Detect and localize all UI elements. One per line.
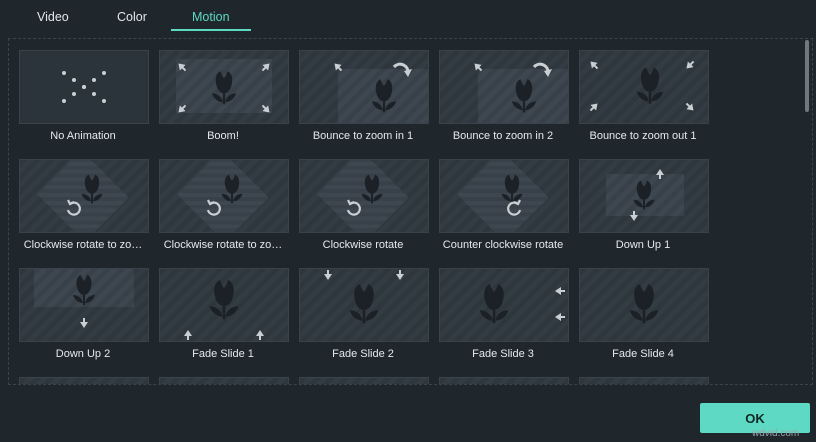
motion-label: Fade Slide 1 [192,348,254,360]
motion-thumbnail[interactable] [579,50,709,124]
watermark: wdvid.com [752,428,800,439]
motion-item[interactable]: Clockwise rotate [299,159,429,251]
motion-item[interactable]: Clockwise rotate to zo… [159,159,289,251]
arrows-right-icon [629,284,659,324]
motion-thumbnail[interactable] [19,268,149,342]
motion-thumbnail[interactable] [159,159,289,233]
motion-thumbnail[interactable] [299,377,429,384]
motion-label: Clockwise rotate [322,239,404,251]
motion-label: Fade Slide 2 [332,348,394,360]
tulip-bounce-zoom-icon [474,62,552,113]
arrows-down-icon [324,270,404,324]
motion-thumbnail[interactable] [19,377,149,384]
motion-item[interactable]: Bounce to zoom in 2 [439,50,569,142]
tulip-bounce-zoom-icon [334,62,412,113]
motion-label: Counter clockwise rotate [442,239,564,251]
tab-color[interactable]: Color [117,10,147,24]
tab-bar: Video Color Motion [0,0,816,34]
motion-thumbnail[interactable] [159,50,289,124]
motion-label: Boom! [207,130,239,142]
motion-label: Bounce to zoom in 1 [312,130,414,142]
motion-thumbnail[interactable] [579,377,709,384]
motion-item[interactable]: Boom! [159,50,289,142]
arrows-left-icon [479,284,565,324]
rotate-ccw-icon [501,174,523,216]
motion-item[interactable]: Clockwise rotate to zo… [19,159,149,251]
motion-item[interactable]: Fade Slide 1 [159,268,289,360]
arrows-up-icon [184,280,264,340]
tulip-zoom-out-icon [589,60,695,112]
motion-item[interactable]: Fade Slide 3 [439,268,569,360]
motion-label: No Animation [50,130,116,142]
tulip-expand-icon [178,63,270,113]
motion-label: Bounce to zoom out 1 [589,130,697,142]
tab-motion[interactable]: Motion [192,10,230,24]
motion-label: Down Up 1 [615,239,671,251]
motion-item[interactable]: Bounce to zoom in 1 [299,50,429,142]
motion-label: Clockwise rotate to zo… [23,239,143,251]
motion-item[interactable]: Bounce to zoom out 1 [579,50,709,142]
rotate-cw-icon [206,174,243,216]
rotate-cw-icon [346,174,383,216]
motion-label: Clockwise rotate to zo… [163,239,283,251]
motion-thumbnail[interactable] [19,50,149,124]
motion-thumbnail[interactable] [439,268,569,342]
motion-grid-panel: No Animation Boom! Bounce to zoom in 1 B… [8,38,813,385]
motion-thumbnail[interactable] [579,268,709,342]
motion-thumbnail[interactable] [299,50,429,124]
motion-item[interactable]: Fade Slide 4 [579,268,709,360]
motion-thumbnail[interactable] [299,159,429,233]
motion-item[interactable]: Fade Slide 2 [299,268,429,360]
motion-item[interactable]: Down Up 1 [579,159,709,251]
motion-item[interactable]: Counter clockwise rotate [439,159,569,251]
arrow-down-icon [73,275,95,328]
motion-thumbnail[interactable] [19,159,149,233]
scrollbar[interactable] [805,40,809,112]
rotate-cw-icon [66,174,103,216]
active-tab-indicator [171,29,251,31]
motion-thumbnail[interactable] [439,377,569,384]
motion-label: Fade Slide 4 [612,348,674,360]
motion-label: Fade Slide 3 [472,348,534,360]
motion-thumbnail[interactable] [159,377,289,384]
motion-thumbnail[interactable] [579,159,709,233]
motion-label: Bounce to zoom in 2 [452,130,554,142]
tab-video[interactable]: Video [37,10,69,24]
dots-x-icon [62,71,106,103]
motion-thumbnail[interactable] [439,159,569,233]
motion-item[interactable]: Down Up 2 [19,268,149,360]
motion-label: Down Up 2 [55,348,111,360]
motion-thumbnail[interactable] [439,50,569,124]
motion-item[interactable]: No Animation [19,50,149,142]
motion-thumbnail[interactable] [159,268,289,342]
arrows-up-down-icon [630,169,664,221]
motion-thumbnail[interactable] [299,268,429,342]
